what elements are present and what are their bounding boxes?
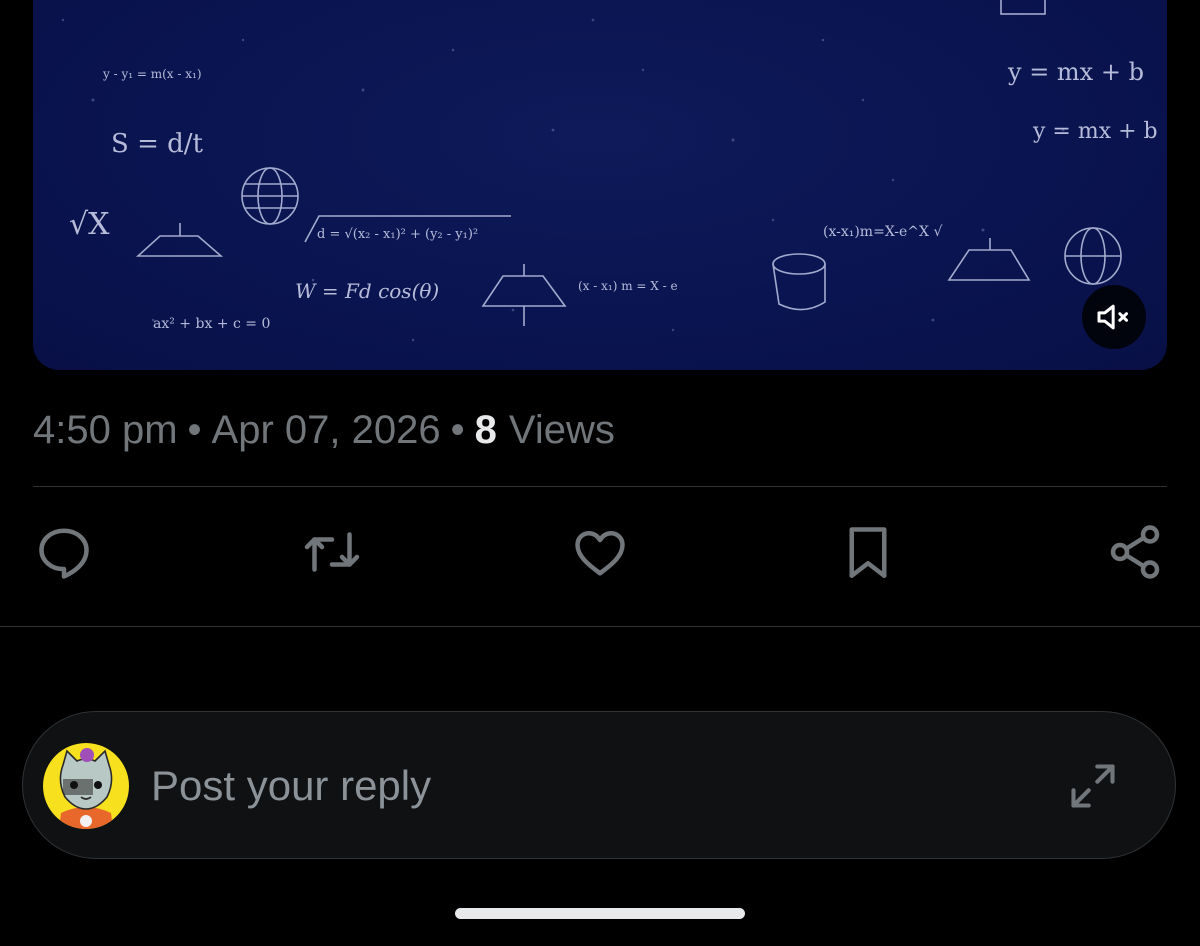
separator-dot: • <box>187 408 202 452</box>
svg-text:(x-x₁)m=X-e^X √: (x-x₁)m=X-e^X √ <box>823 224 942 240</box>
reply-input[interactable] <box>151 756 1011 816</box>
svg-text:√X: √X <box>69 207 110 242</box>
repost-button[interactable] <box>300 520 364 584</box>
volume-muted-icon <box>1097 304 1128 330</box>
separator-dot: • <box>450 408 465 452</box>
post-date: Apr 07, 2026 <box>211 408 441 452</box>
expand-composer-button[interactable] <box>1063 756 1123 816</box>
reply-composer[interactable] <box>22 711 1176 859</box>
reply-button[interactable] <box>32 520 96 584</box>
avatar[interactable] <box>43 743 129 829</box>
post-video[interactable]: y = mx + b y = mx + b y - y₁ = m(x - x₁)… <box>33 0 1167 370</box>
bookmark-icon <box>849 527 887 578</box>
repost-arrows-icon <box>304 532 360 572</box>
post-metadata: 4:50 pm • Apr 07, 2026 • 8 Views <box>33 404 615 456</box>
post-time: 4:50 pm <box>33 408 178 452</box>
svg-text:y - y₁ = m(x - x₁): y - y₁ = m(x - x₁) <box>102 67 202 81</box>
heart-icon <box>575 531 625 576</box>
svg-text:d = √(x₂ - x₁)² + (y₂ - y₁)²: d = √(x₂ - x₁)² + (y₂ - y₁)² <box>317 227 478 242</box>
svg-text:y = mx + b: y = mx + b <box>1007 58 1144 86</box>
svg-text:y = mx + b: y = mx + b <box>1032 119 1158 144</box>
svg-text:(x - x₁) m = X - e: (x - x₁) m = X - e <box>578 279 678 293</box>
math-formula-doodles: y = mx + b y = mx + b y - y₁ = m(x - x₁)… <box>61 0 1158 342</box>
section-divider <box>0 626 1200 627</box>
svg-text:S = d/t: S = d/t <box>111 129 204 159</box>
mute-button[interactable] <box>1082 285 1146 349</box>
divider <box>33 486 1167 487</box>
views-count: 8 <box>474 408 497 452</box>
bookmark-button[interactable] <box>836 520 900 584</box>
views-label: Views <box>508 408 615 452</box>
svg-text:ax² + bx + c = 0: ax² + bx + c = 0 <box>153 316 270 332</box>
speech-bubble-icon <box>39 528 89 579</box>
cat-avatar-icon <box>59 748 113 829</box>
like-button[interactable] <box>568 520 632 584</box>
home-indicator <box>455 908 745 919</box>
expand-arrows-icon <box>1071 764 1115 808</box>
share-button[interactable] <box>1103 520 1167 584</box>
svg-text:W = Fd cos(θ): W = Fd cos(θ) <box>295 279 439 303</box>
share-nodes-icon <box>1110 525 1160 579</box>
